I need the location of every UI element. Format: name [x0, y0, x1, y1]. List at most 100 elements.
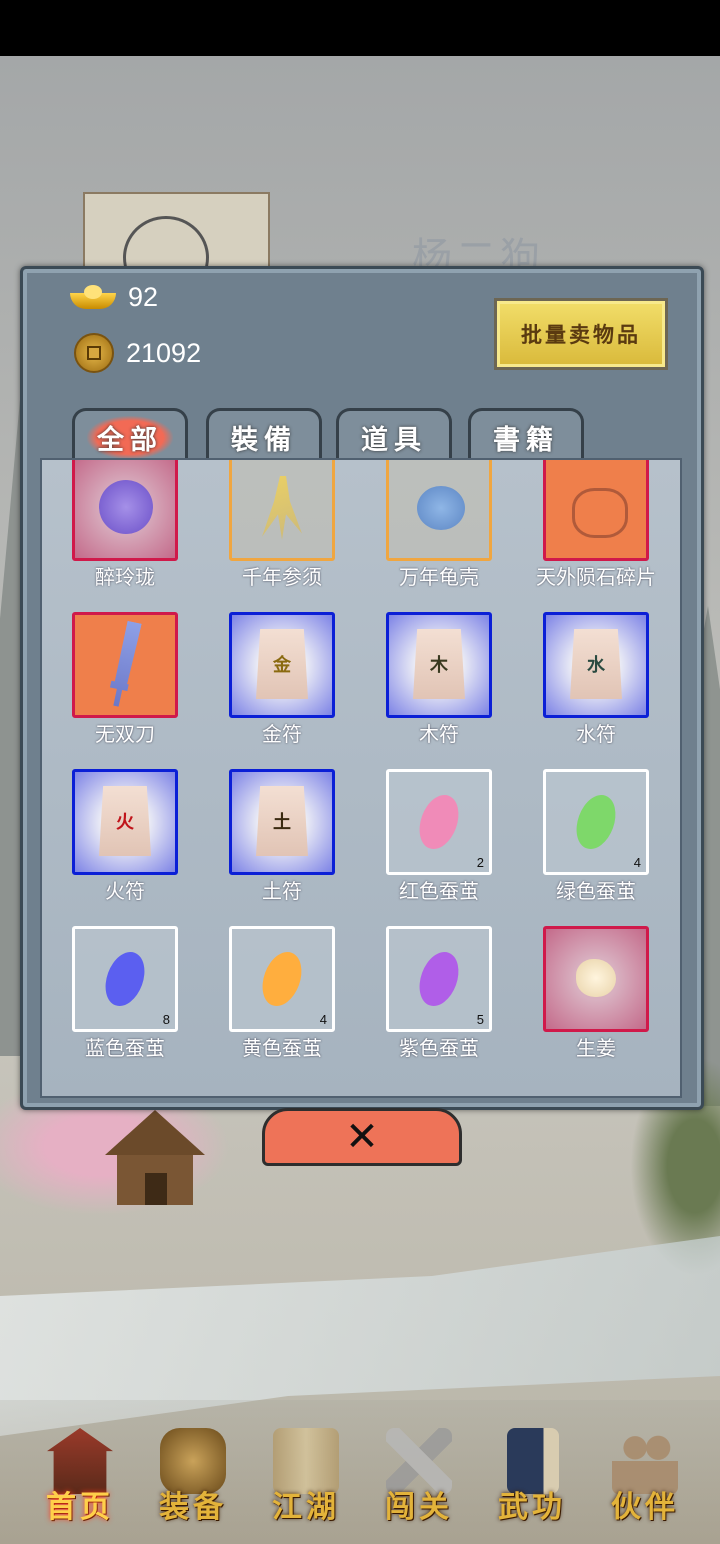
nav-martial-arts-label: 武功 [498, 1490, 566, 1525]
nav-challenge[interactable]: 闯关 [364, 1422, 474, 1532]
inventory-item[interactable]: 天外陨石碎片 [536, 460, 656, 595]
cocoon-icon [98, 946, 152, 1012]
item-slot[interactable]: 4 [229, 926, 335, 1032]
purple-disc-icon [99, 480, 153, 534]
meteorite-shard-icon [572, 488, 628, 538]
item-slot[interactable]: 2 [386, 769, 492, 875]
item-slot[interactable]: 4 [543, 769, 649, 875]
inventory-item[interactable]: 2 红色蚕茧 [386, 769, 492, 909]
item-slot[interactable]: 土 [229, 769, 335, 875]
item-name: 天外陨石碎片 [536, 565, 656, 589]
ingot-row: 92 [70, 282, 158, 313]
item-count: 4 [633, 855, 641, 870]
item-count: 4 [319, 1012, 327, 1027]
item-slot[interactable] [543, 926, 649, 1032]
coin-row: 21092 [74, 333, 201, 373]
inventory-item[interactable]: 金 金符 [229, 612, 335, 752]
item-count: 2 [476, 855, 484, 870]
inventory-item[interactable]: 5 紫色蚕茧 [386, 926, 492, 1066]
inventory-item[interactable]: 火 火符 [72, 769, 178, 909]
item-slot[interactable]: 8 [72, 926, 178, 1032]
inventory-item[interactable]: 4 绿色蚕茧 [543, 769, 649, 909]
nav-martial-arts[interactable]: 武功 [477, 1422, 587, 1532]
item-count: 8 [162, 1012, 170, 1027]
item-slot[interactable]: 木 [386, 612, 492, 718]
ginseng-root-icon [262, 476, 302, 540]
turtle-shell-icon [417, 486, 465, 530]
inventory-item[interactable]: 千年参须 [229, 460, 335, 595]
cocoon-icon [255, 946, 309, 1012]
inventory-item[interactable]: 水 水符 [543, 612, 649, 752]
inventory-item[interactable]: 万年龟壳 [386, 460, 492, 595]
talisman-glyph: 木 [430, 655, 448, 676]
inventory-item[interactable]: 生姜 [543, 926, 649, 1066]
tab-books-label: 書籍 [493, 424, 559, 456]
nav-jianghu[interactable]: 江湖 [251, 1422, 361, 1532]
status-bar [0, 0, 720, 56]
item-slot[interactable]: 金 [229, 612, 335, 718]
item-slot[interactable]: 5 [386, 926, 492, 1032]
talisman-icon: 土 [256, 786, 308, 856]
talisman-icon: 水 [570, 629, 622, 699]
bottom-nav: 首页 装备 江湖 闯关 武功 伙伴 [0, 1400, 720, 1544]
close-icon: ✕ [345, 1114, 379, 1160]
inventory-item[interactable]: 木 木符 [386, 612, 492, 752]
coin-count: 21092 [126, 337, 202, 368]
item-slot[interactable] [72, 612, 178, 718]
item-name: 生姜 [576, 1036, 616, 1060]
item-slot[interactable] [543, 460, 649, 561]
tab-books[interactable]: 書籍 [468, 408, 584, 463]
item-name: 紫色蚕茧 [399, 1036, 479, 1060]
talisman-glyph: 土 [273, 812, 291, 833]
hut-icon [95, 1105, 215, 1215]
inventory-item[interactable]: 8 蓝色蚕茧 [72, 926, 178, 1066]
nav-partners[interactable]: 伙伴 [590, 1422, 700, 1532]
talisman-icon: 金 [256, 629, 308, 699]
sword-icon [106, 620, 141, 708]
talisman-glyph: 火 [116, 812, 134, 833]
item-name: 土符 [262, 879, 302, 903]
cocoon-icon [412, 946, 466, 1012]
tab-props-label: 道具 [361, 424, 427, 456]
item-name: 万年龟壳 [399, 565, 479, 589]
cocoon-icon [412, 789, 466, 855]
nav-home[interactable]: 首页 [25, 1422, 135, 1532]
bulk-sell-button[interactable]: 批量卖物品 [494, 298, 668, 370]
item-name: 水符 [576, 722, 616, 746]
item-grid[interactable]: 醉玲珑 千年参须 万年龟壳 天外陨石碎片 无双刀 金 金符 木 木符 水 水符 … [40, 458, 682, 1098]
cocoon-icon [569, 789, 623, 855]
item-name: 木符 [419, 722, 459, 746]
item-name: 红色蚕茧 [399, 879, 479, 903]
tab-all[interactable]: 全部 [72, 408, 188, 463]
inventory-item[interactable]: 土 土符 [229, 769, 335, 909]
item-slot[interactable] [72, 460, 178, 561]
inventory-item[interactable]: 4 黄色蚕茧 [229, 926, 335, 1066]
copper-coin-icon [74, 333, 114, 373]
item-slot[interactable] [386, 460, 492, 561]
talisman-icon: 木 [413, 629, 465, 699]
nav-equipment-label: 装备 [159, 1490, 227, 1525]
talisman-glyph: 金 [273, 655, 291, 676]
item-name: 无双刀 [95, 722, 155, 746]
tab-props[interactable]: 道具 [336, 408, 452, 463]
item-name: 金符 [262, 722, 302, 746]
item-name: 火符 [105, 879, 145, 903]
inventory-item[interactable]: 无双刀 [72, 612, 178, 752]
nav-home-label: 首页 [46, 1490, 114, 1525]
ingot-count: 92 [128, 282, 159, 312]
item-slot[interactable]: 水 [543, 612, 649, 718]
item-name: 蓝色蚕茧 [85, 1036, 165, 1060]
item-name: 绿色蚕茧 [556, 879, 636, 903]
close-button[interactable]: ✕ [262, 1108, 462, 1166]
nav-partners-label: 伙伴 [611, 1490, 679, 1525]
item-count: 5 [476, 1012, 484, 1027]
talisman-glyph: 水 [587, 655, 605, 676]
inventory-item[interactable]: 醉玲珑 [72, 460, 178, 595]
nav-equipment[interactable]: 装备 [138, 1422, 248, 1532]
tab-equipment-label: 裝備 [231, 424, 297, 456]
ginger-icon [576, 959, 616, 997]
tab-equipment[interactable]: 裝備 [206, 408, 322, 463]
nav-jianghu-label: 江湖 [272, 1490, 340, 1525]
item-slot[interactable] [229, 460, 335, 561]
item-slot[interactable]: 火 [72, 769, 178, 875]
